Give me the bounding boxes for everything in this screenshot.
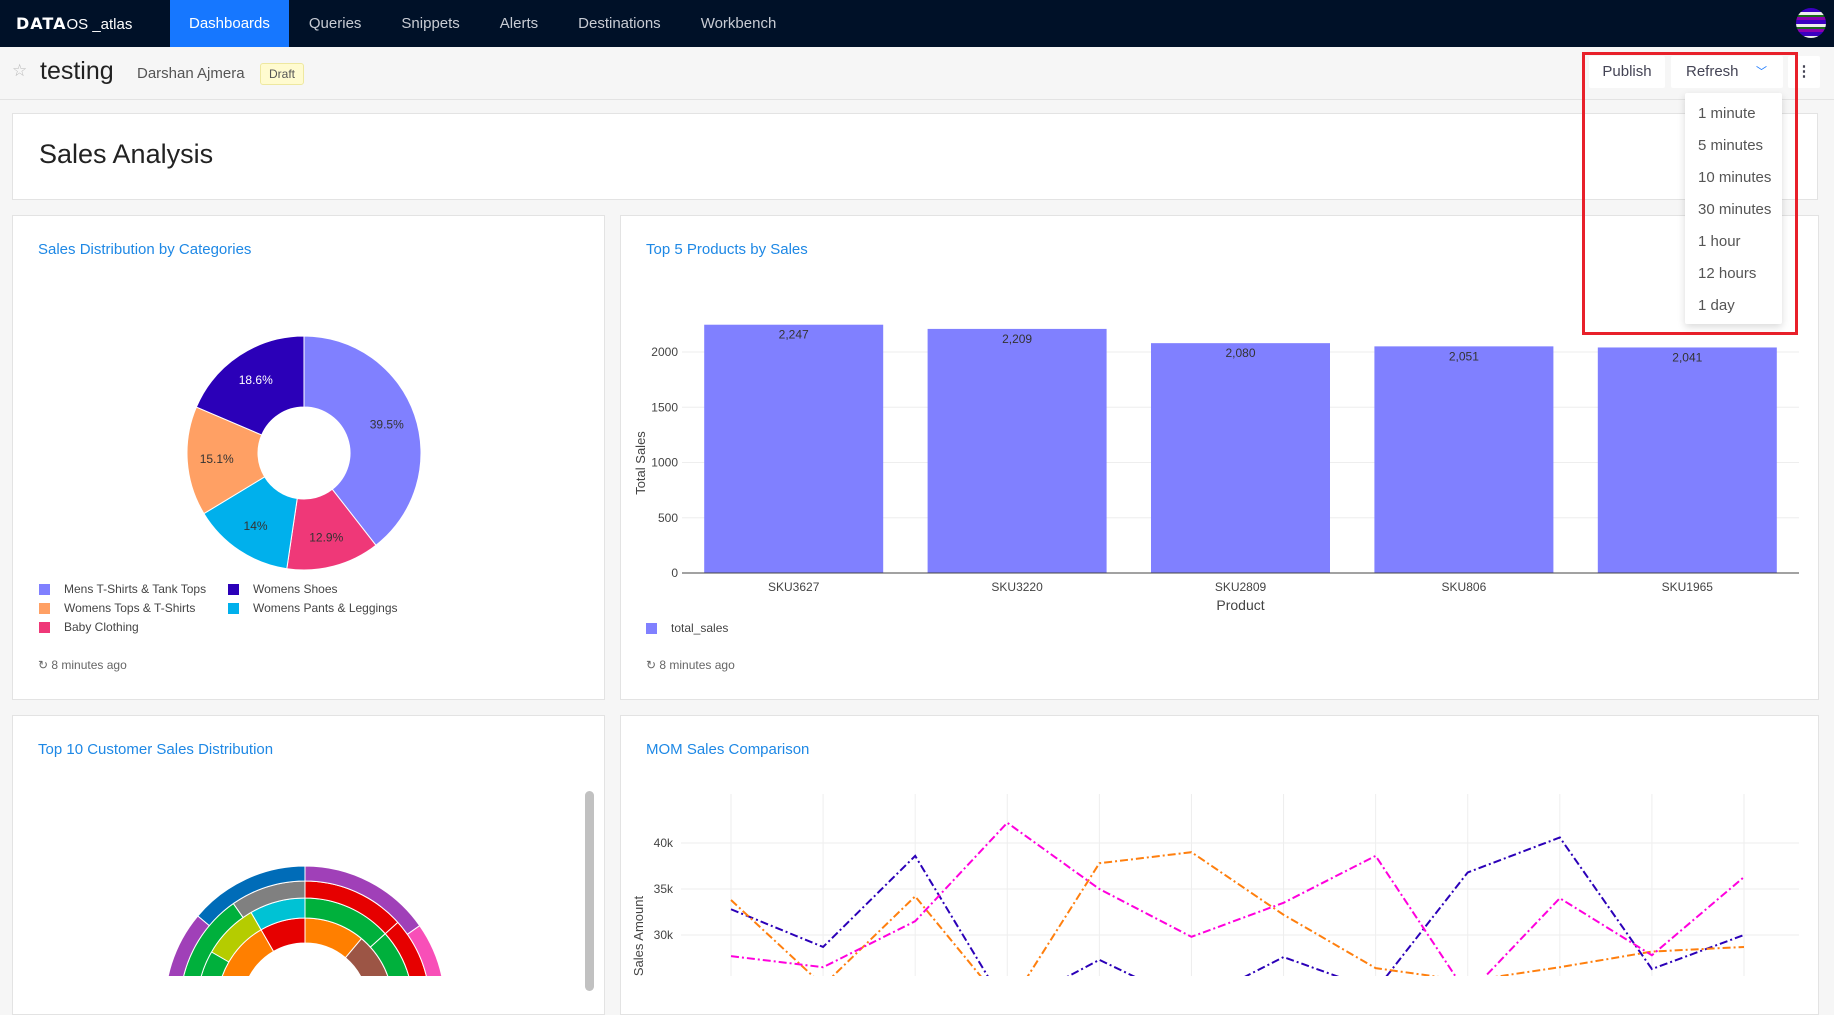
- bar: [1597, 347, 1777, 573]
- refresh-option-10-minutes[interactable]: 10 minutes: [1685, 162, 1782, 194]
- y-tick-label: 1500: [651, 400, 678, 414]
- y-tick-label: 1000: [651, 456, 678, 470]
- line-widget: MOM Sales Comparison 30k 35k 40k Sales Amou…: [620, 715, 1819, 1015]
- nav-destinations[interactable]: Destinations: [558, 0, 681, 47]
- scrollbar[interactable]: [585, 791, 594, 991]
- x-tick-label: SKU3627: [768, 580, 820, 594]
- bar-value-label: 2,080: [1225, 346, 1255, 360]
- x-tick-label: SKU2809: [1215, 580, 1267, 594]
- y-axis-title: Total Sales: [633, 431, 648, 495]
- nav-alerts[interactable]: Alerts: [480, 0, 558, 47]
- pie-slice-label: 39.5%: [370, 418, 404, 432]
- y-tick-label: 0: [671, 566, 678, 580]
- refresh-icon: ↻: [646, 658, 660, 672]
- logo-brand: DATA: [16, 13, 67, 33]
- dashboard-title: testing: [40, 57, 114, 85]
- legend-item[interactable]: total_sales: [646, 621, 728, 635]
- bar-value-label: 2,051: [1449, 349, 1479, 363]
- refresh-option-5-minutes[interactable]: 5 minutes: [1685, 130, 1782, 162]
- legend-item[interactable]: Womens Pants & Leggings: [228, 601, 398, 615]
- legend-label: Mens T-Shirts & Tank Tops: [64, 582, 207, 596]
- pie-slice-label: 15.1%: [200, 452, 234, 466]
- top-nav: DATAOS _atlas Dashboards Queries Snippet…: [0, 0, 1834, 47]
- refresh-option-12-hours[interactable]: 12 hours: [1685, 258, 1782, 290]
- bar-value-label: 2,247: [779, 328, 809, 342]
- legend-swatch: [39, 583, 50, 595]
- bar-updated: ↻ 8 minutes ago: [646, 658, 735, 672]
- nav-workbench[interactable]: Workbench: [681, 0, 797, 47]
- y-tick-label: 2000: [651, 345, 678, 359]
- x-tick-label: SKU3220: [991, 580, 1043, 594]
- bar-value-label: 2,209: [1002, 332, 1032, 346]
- pie-widget-title[interactable]: Sales Distribution by Categories: [38, 241, 251, 258]
- bar: [927, 328, 1107, 573]
- legend-swatch: [39, 602, 50, 614]
- nav-queries[interactable]: Queries: [289, 0, 382, 47]
- pie-widget: Sales Distribution by Categories 39.5% 12…: [12, 215, 605, 700]
- legend-swatch: [228, 602, 239, 614]
- legend-swatch: [646, 622, 657, 634]
- legend-swatch: [228, 583, 239, 595]
- pie-slice-label: 14%: [244, 519, 268, 533]
- refresh-option-30-minutes[interactable]: 30 minutes: [1685, 194, 1782, 226]
- logo[interactable]: DATAOS _atlas: [0, 14, 170, 34]
- x-tick-label: SKU806: [1442, 580, 1487, 594]
- sunburst-widget: Top 10 Customer Sales Distribution: [12, 715, 605, 1015]
- dashboard-header: ☆ testing Darshan Ajmera Draft Publish R…: [0, 47, 1834, 100]
- bar-value-label: 2,041: [1672, 350, 1702, 364]
- legend-label: Womens Pants & Leggings: [253, 601, 398, 615]
- legend-label: Womens Tops & T-Shirts: [64, 601, 196, 615]
- y-tick-label: 30k: [654, 928, 674, 942]
- line-series: [730, 821, 1745, 976]
- refresh-option-1-day[interactable]: 1 day: [1685, 290, 1782, 322]
- line-series: [730, 851, 1745, 976]
- refresh-option-1-minute[interactable]: 1 minute: [1685, 98, 1782, 130]
- legend-item[interactable]: Womens Tops & T-Shirts: [39, 601, 195, 615]
- bar: [1151, 343, 1330, 573]
- legend-label: Baby Clothing: [64, 620, 139, 634]
- x-tick-label: SKU1965: [1662, 580, 1714, 594]
- favorite-star-icon[interactable]: ☆: [12, 61, 27, 81]
- refresh-option-1-hour[interactable]: 1 hour: [1685, 226, 1782, 258]
- refresh-icon: ↻: [38, 658, 52, 672]
- sunburst-chart: [167, 865, 443, 976]
- logo-suffix: OS _atlas: [66, 15, 133, 33]
- status-badge: Draft: [260, 63, 305, 85]
- bar: [704, 324, 884, 573]
- legend-item[interactable]: Womens Shoes: [228, 582, 338, 596]
- nav-dashboards[interactable]: Dashboards: [170, 0, 289, 47]
- y-axis-title: Sales Amount: [631, 896, 646, 976]
- x-axis-title: Product: [1216, 597, 1264, 613]
- y-tick-label: 35k: [654, 882, 674, 896]
- pie-slice-label: 18.6%: [239, 373, 273, 387]
- legend-swatch: [39, 621, 50, 633]
- legend-item[interactable]: Baby Clothing: [39, 620, 139, 634]
- updated-text: 8 minutes ago: [659, 658, 735, 672]
- legend-item[interactable]: Mens T-Shirts & Tank Tops: [39, 582, 206, 596]
- user-avatar[interactable]: [1796, 8, 1826, 38]
- text-widget: Sales Analysis: [12, 113, 1818, 200]
- dashboard-owner: Darshan Ajmera: [137, 65, 245, 82]
- updated-text: 8 minutes ago: [51, 658, 127, 672]
- refresh-dropdown: 1 minute 5 minutes 10 minutes 30 minutes…: [1685, 93, 1782, 324]
- line-chart: 30k 35k 40k Sales Amount: [631, 794, 1799, 976]
- nav-snippets[interactable]: Snippets: [381, 0, 479, 47]
- y-tick-label: 40k: [654, 836, 674, 850]
- pie-updated: ↻ 8 minutes ago: [38, 658, 127, 672]
- pie-slice-label: 12.9%: [309, 531, 343, 545]
- y-tick-label: 500: [658, 511, 678, 525]
- text-widget-title: Sales Analysis: [39, 139, 214, 169]
- line-series: [730, 836, 1745, 976]
- bar: [1374, 346, 1554, 573]
- legend-label: Womens Shoes: [253, 582, 338, 596]
- legend-label: total_sales: [671, 621, 729, 635]
